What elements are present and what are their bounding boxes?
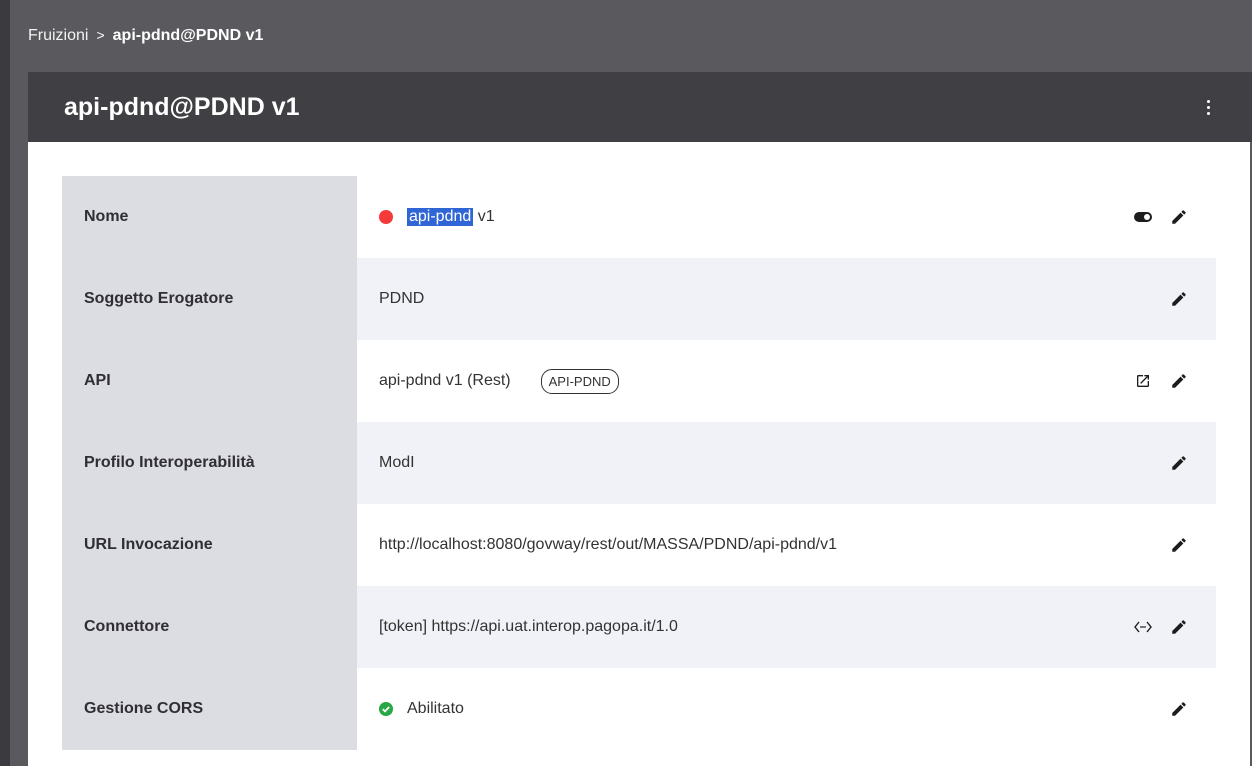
row-actions xyxy=(1132,176,1190,258)
breadcrumb-current: api-pdnd@PDND v1 xyxy=(112,27,264,44)
row-soggetto: Soggetto Erogatore PDND xyxy=(62,258,1216,340)
more-menu-icon[interactable] xyxy=(1204,95,1212,119)
row-value: http://localhost:8080/govway/rest/out/MA… xyxy=(357,504,1216,586)
cors-value: Abilitato xyxy=(407,700,464,717)
edit-icon[interactable] xyxy=(1168,288,1190,310)
api-value: api-pdnd v1 (Rest) xyxy=(379,372,511,389)
page-title: api-pdnd@PDND v1 xyxy=(64,92,300,121)
row-label: URL Invocazione xyxy=(62,504,357,586)
row-value: [token] https://api.uat.interop.pagopa.i… xyxy=(357,586,1216,668)
row-api: API api-pdnd v1 (Rest) API-PDND xyxy=(62,340,1216,422)
status-dot-icon xyxy=(379,210,393,224)
name-highlight: api-pdnd xyxy=(407,208,474,226)
row-label: Profilo Interoperabilità xyxy=(62,422,357,504)
row-value: api-pdnd v1 xyxy=(357,176,1216,258)
edit-icon[interactable] xyxy=(1168,534,1190,556)
edit-icon[interactable] xyxy=(1168,698,1190,720)
row-label: Nome xyxy=(62,176,357,258)
row-actions xyxy=(1168,422,1190,504)
row-profilo: Profilo Interoperabilità ModI xyxy=(62,422,1216,504)
check-circle-icon xyxy=(379,702,393,716)
row-actions xyxy=(1132,586,1190,668)
code-icon[interactable] xyxy=(1132,616,1154,638)
connettore-value: [token] https://api.uat.interop.pagopa.i… xyxy=(379,618,678,635)
row-label: Connettore xyxy=(62,586,357,668)
left-edge xyxy=(0,0,10,766)
soggetto-value: PDND xyxy=(379,290,425,307)
url-value: http://localhost:8080/govway/rest/out/MA… xyxy=(379,536,838,553)
edit-icon[interactable] xyxy=(1168,370,1190,392)
toggle-icon[interactable] xyxy=(1132,206,1154,228)
row-url: URL Invocazione http://localhost:8080/go… xyxy=(62,504,1216,586)
row-cors: Gestione CORS Abilitato xyxy=(62,668,1216,750)
panel-header: api-pdnd@PDND v1 xyxy=(28,72,1252,142)
row-label: Soggetto Erogatore xyxy=(62,258,357,340)
row-actions xyxy=(1168,258,1190,340)
row-connettore: Connettore [token] https://api.uat.inter… xyxy=(62,586,1216,668)
edit-icon[interactable] xyxy=(1168,616,1190,638)
row-actions xyxy=(1168,668,1190,750)
row-value: api-pdnd v1 (Rest) API-PDND xyxy=(357,340,1216,422)
row-value: ModI xyxy=(357,422,1216,504)
name-version: v1 xyxy=(473,208,495,225)
row-value: Abilitato xyxy=(357,668,1216,750)
row-actions xyxy=(1132,340,1190,422)
breadcrumb-fruizioni-link[interactable]: Fruizioni xyxy=(28,27,88,45)
row-nome: Nome api-pdnd v1 xyxy=(62,176,1216,258)
row-label: API xyxy=(62,340,357,422)
edit-icon[interactable] xyxy=(1168,452,1190,474)
api-tag-badge: API-PDND xyxy=(540,368,619,394)
edit-icon[interactable] xyxy=(1168,206,1190,228)
panel-body: Nome api-pdnd v1 Soggetto Erogatore PDND xyxy=(28,142,1250,766)
open-external-icon[interactable] xyxy=(1132,370,1154,392)
row-value: PDND xyxy=(357,258,1216,340)
details-table: Nome api-pdnd v1 Soggetto Erogatore PDND xyxy=(62,176,1216,750)
breadcrumb-separator: > xyxy=(96,27,105,43)
row-actions xyxy=(1168,504,1190,586)
breadcrumb: Fruizioni > api-pdnd@PDND v1 xyxy=(28,0,1252,72)
row-label: Gestione CORS xyxy=(62,668,357,750)
profilo-value: ModI xyxy=(379,454,415,471)
